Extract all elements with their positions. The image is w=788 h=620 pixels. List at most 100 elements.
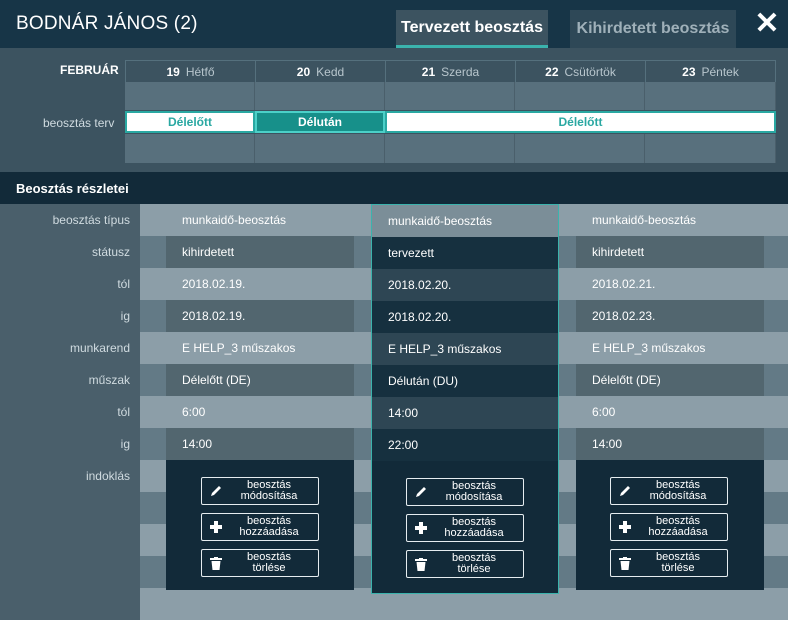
label-reason: indoklás bbox=[85, 469, 130, 483]
label-from-time: tól bbox=[117, 405, 130, 419]
calendar-cell bbox=[645, 134, 776, 163]
day-name: Péntek bbox=[701, 64, 739, 79]
day-header: 19 Hétfő bbox=[125, 60, 256, 82]
cell-from-time: 14:00 bbox=[372, 397, 558, 429]
day-number: 19 bbox=[166, 64, 180, 79]
cell-status: kihirdetett bbox=[166, 236, 354, 268]
edit-schedule-button[interactable]: beosztás módosítása bbox=[610, 477, 728, 505]
cell-schedule-type: munkaidő-beosztás bbox=[576, 204, 764, 236]
button-label: törlése bbox=[661, 562, 695, 574]
day-header: 23 Péntek bbox=[645, 60, 776, 82]
cell-work-pattern: E HELP_3 műszakos bbox=[576, 332, 764, 364]
plus-icon bbox=[611, 521, 639, 533]
cell-from-date: 2018.02.21. bbox=[576, 268, 764, 300]
shift-bar-morning[interactable]: Délelőtt bbox=[385, 111, 776, 133]
tab-announced-schedule[interactable]: Kihirdetett beosztás bbox=[570, 10, 736, 48]
employee-title: BODNÁR JÁNOS (2) bbox=[16, 13, 198, 34]
cell-to-time: 14:00 bbox=[166, 428, 354, 460]
label-shift: műszak bbox=[88, 373, 130, 387]
edit-schedule-button[interactable]: beosztás módosítása bbox=[406, 478, 524, 506]
schedule-column-selected: munkaidő-beosztás tervezett 2018.02.20. … bbox=[371, 204, 559, 594]
trash-icon bbox=[202, 556, 230, 570]
label-schedule-type: beosztás típus bbox=[52, 213, 130, 227]
day-name: Csütörtök bbox=[564, 64, 616, 79]
button-label: módosítása bbox=[240, 490, 298, 502]
label-status: státusz bbox=[91, 245, 130, 259]
calendar-cell bbox=[255, 82, 385, 110]
button-label: hozzáadása bbox=[239, 526, 299, 538]
close-icon[interactable]: ✕ bbox=[752, 8, 782, 40]
add-schedule-button[interactable]: beosztás hozzáadása bbox=[201, 513, 319, 541]
schedule-column: munkaidő-beosztás kihirdetett 2018.02.19… bbox=[166, 204, 354, 594]
cell-schedule-type: munkaidő-beosztás bbox=[372, 205, 558, 237]
button-label: törlése bbox=[457, 563, 491, 575]
calendar-cell bbox=[255, 134, 385, 163]
calendar-cell bbox=[515, 82, 645, 110]
delete-schedule-button[interactable]: beosztás törlése bbox=[406, 550, 524, 578]
day-header: 21 Szerda bbox=[385, 60, 516, 82]
cell-shift: Délelőtt (DE) bbox=[166, 364, 354, 396]
cell-to-date: 2018.02.19. bbox=[166, 300, 354, 332]
pencil-icon bbox=[407, 485, 435, 499]
section-title: Beosztás részletei bbox=[0, 172, 788, 204]
day-header: 22 Csütörtök bbox=[515, 60, 646, 82]
cell-to-time: 22:00 bbox=[372, 429, 558, 461]
shift-bar-afternoon[interactable]: Délután bbox=[255, 111, 385, 133]
calendar-cell bbox=[645, 82, 776, 110]
cell-work-pattern: E HELP_3 műszakos bbox=[166, 332, 354, 364]
delete-schedule-button[interactable]: beosztás törlése bbox=[610, 549, 728, 577]
add-schedule-button[interactable]: beosztás hozzáadása bbox=[610, 513, 728, 541]
action-panel: beosztás módosítása beosztás hozzáadása be… bbox=[576, 460, 764, 590]
cell-shift: Délelőtt (DE) bbox=[576, 364, 764, 396]
button-label: törlése bbox=[252, 562, 286, 574]
cell-from-date: 2018.02.19. bbox=[166, 268, 354, 300]
cell-from-time: 6:00 bbox=[576, 396, 764, 428]
shift-bar-morning[interactable]: Délelőtt bbox=[125, 111, 255, 133]
day-name: Kedd bbox=[316, 64, 345, 79]
cell-from-time: 6:00 bbox=[166, 396, 354, 428]
label-from-date: tól bbox=[117, 277, 130, 291]
day-number: 23 bbox=[682, 64, 696, 79]
cell-shift: Délután (DU) bbox=[372, 365, 558, 397]
button-label: hozzáadása bbox=[444, 527, 504, 539]
cell-to-date: 2018.02.20. bbox=[372, 301, 558, 333]
action-panel: beosztás módosítása beosztás hozzáadása be… bbox=[372, 461, 558, 593]
cell-work-pattern: E HELP_3 műszakos bbox=[372, 333, 558, 365]
trash-icon bbox=[611, 556, 639, 570]
cell-schedule-type: munkaidő-beosztás bbox=[166, 204, 354, 236]
edit-schedule-button[interactable]: beosztás módosítása bbox=[201, 477, 319, 505]
day-name: Hétfő bbox=[185, 64, 215, 79]
day-name: Szerda bbox=[441, 64, 480, 79]
label-to-time: ig bbox=[120, 437, 130, 451]
calendar-cell bbox=[125, 82, 255, 110]
cell-from-date: 2018.02.20. bbox=[372, 269, 558, 301]
cell-to-date: 2018.02.23. bbox=[576, 300, 764, 332]
pencil-icon bbox=[611, 484, 639, 498]
day-number: 21 bbox=[421, 64, 436, 79]
calendar-cell bbox=[515, 134, 645, 163]
day-number: 20 bbox=[296, 64, 311, 79]
tab-planned-schedule[interactable]: Tervezett beosztás bbox=[396, 10, 548, 48]
trash-icon bbox=[407, 557, 435, 571]
month-label: FEBRUÁR bbox=[60, 63, 119, 77]
modal-header: BODNÁR JÁNOS (2) Tervezett beosztás Kihi… bbox=[0, 0, 788, 48]
label-to-date: ig bbox=[120, 309, 130, 323]
calendar-cell bbox=[385, 82, 515, 110]
cell-status: kihirdetett bbox=[576, 236, 764, 268]
button-label: módosítása bbox=[649, 490, 707, 502]
calendar-cell bbox=[385, 134, 515, 163]
plus-icon bbox=[407, 522, 435, 534]
cell-to-time: 14:00 bbox=[576, 428, 764, 460]
calendar-cell bbox=[125, 134, 255, 163]
day-number: 22 bbox=[545, 64, 559, 79]
label-work-pattern: munkarend bbox=[69, 341, 130, 355]
add-schedule-button[interactable]: beosztás hozzáadása bbox=[406, 514, 524, 542]
button-label: módosítása bbox=[445, 491, 503, 503]
plan-row-label: beosztás terv bbox=[43, 116, 115, 130]
day-header: 20 Kedd bbox=[255, 60, 386, 82]
cell-status: tervezett bbox=[372, 237, 558, 269]
delete-schedule-button[interactable]: beosztás törlése bbox=[201, 549, 319, 577]
pencil-icon bbox=[202, 484, 230, 498]
schedule-column: munkaidő-beosztás kihirdetett 2018.02.21… bbox=[576, 204, 764, 594]
schedule-calendar: FEBRUÁR 19 Hétfő 20 Kedd 21 Szerda 22 Cs… bbox=[0, 48, 788, 172]
